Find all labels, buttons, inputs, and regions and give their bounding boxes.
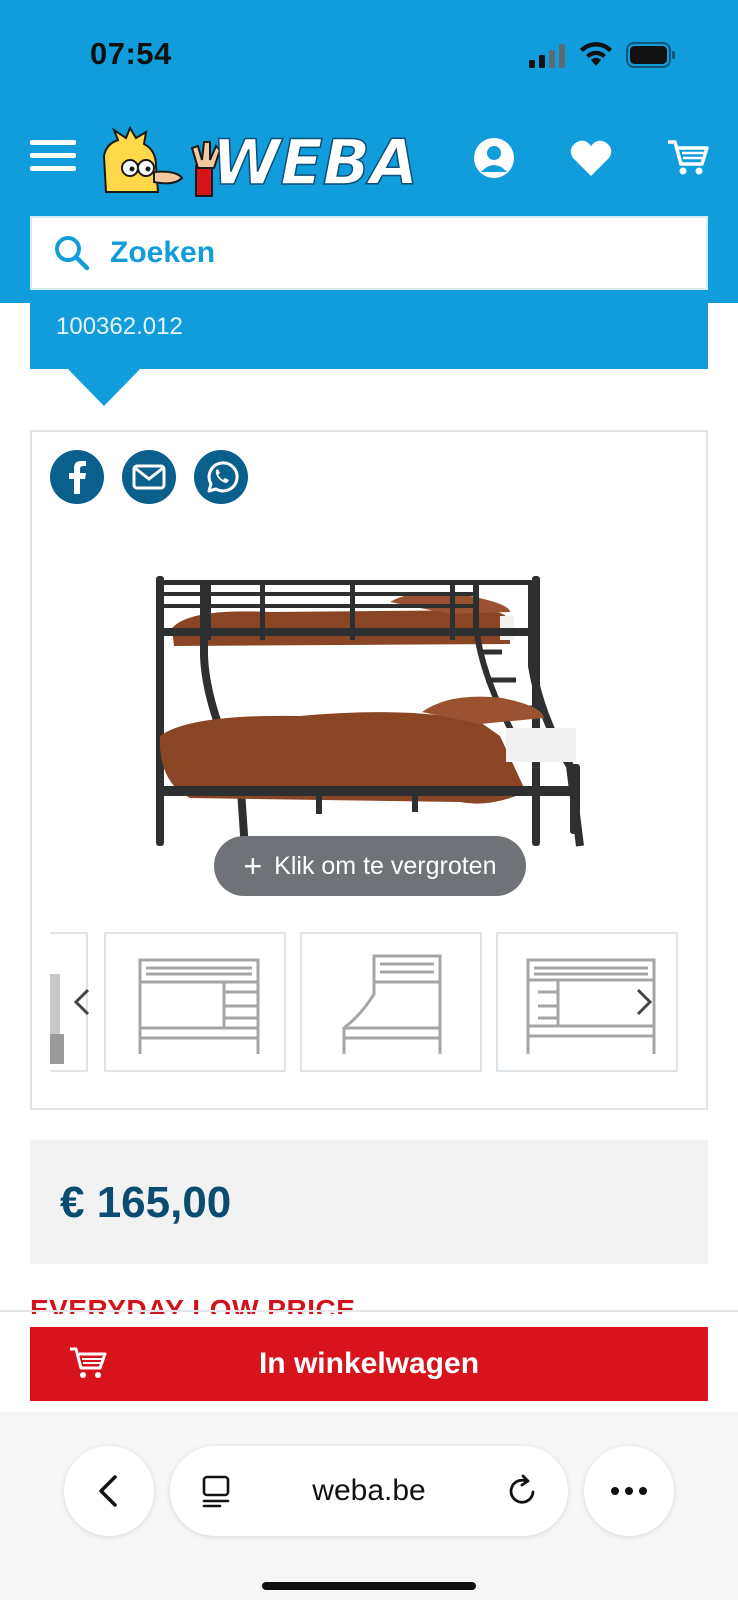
thumbnail-1[interactable] xyxy=(104,932,286,1072)
reload-icon[interactable] xyxy=(506,1474,540,1508)
plus-icon: + xyxy=(243,848,263,884)
zoom-label: Klik om te vergroten xyxy=(274,851,497,880)
heart-icon[interactable] xyxy=(569,138,613,178)
product-sku: 100362.012 xyxy=(56,313,183,340)
sku-banner-pointer xyxy=(68,369,140,406)
cellular-signal-icon xyxy=(529,44,565,68)
thumbnail-image xyxy=(342,954,442,1054)
menu-bar xyxy=(30,166,76,171)
add-to-cart-label: In winkelwagen xyxy=(258,1347,480,1380)
logo-wordmark: WEBA xyxy=(212,126,418,198)
email-share-button[interactable] xyxy=(122,450,176,504)
product-gallery: + Klik om te vergroten xyxy=(30,430,708,1110)
search-input[interactable]: Zoeken xyxy=(30,216,708,290)
menu-bar xyxy=(30,153,76,158)
ellipsis-icon xyxy=(611,1487,647,1495)
chevron-right-icon[interactable] xyxy=(632,982,656,1022)
weba-logo[interactable]: WEBA xyxy=(100,126,422,198)
whatsapp-icon xyxy=(207,461,239,493)
facebook-icon xyxy=(69,461,86,494)
cart-icon[interactable] xyxy=(666,138,710,178)
thumbnail-carousel xyxy=(50,932,692,1072)
product-page: 07:54 WEBA Zoeken 100362.012 + Klik om t… xyxy=(0,0,738,1600)
zoom-button[interactable]: + Klik om te vergroten xyxy=(214,836,526,896)
battery-icon xyxy=(626,42,675,68)
account-icon[interactable] xyxy=(472,136,516,180)
thumbnail-2[interactable] xyxy=(300,932,482,1072)
chevron-left-icon xyxy=(99,1475,117,1507)
site-header: 07:54 WEBA Zoeken xyxy=(0,0,738,303)
mail-icon xyxy=(132,464,166,490)
status-bar: 07:54 xyxy=(0,0,738,110)
menu-bar xyxy=(30,140,76,145)
home-indicator xyxy=(262,1582,476,1590)
status-time: 07:54 xyxy=(90,36,172,71)
price-panel: € 165,00 xyxy=(30,1140,708,1264)
product-main-image[interactable] xyxy=(150,546,640,856)
product-price: € 165,00 xyxy=(60,1178,232,1227)
more-options-button[interactable] xyxy=(584,1446,674,1536)
search-placeholder: Zoeken xyxy=(110,236,216,269)
whatsapp-share-button[interactable] xyxy=(194,450,248,504)
facebook-share-button[interactable] xyxy=(50,450,104,504)
chevron-left-icon[interactable] xyxy=(70,982,94,1022)
browser-toolbar: weba.be xyxy=(0,1412,738,1600)
search-icon xyxy=(55,236,90,271)
add-to-cart-button[interactable]: In winkelwagen xyxy=(30,1327,708,1401)
thumbnail-image xyxy=(138,958,260,1054)
wifi-icon xyxy=(580,42,612,66)
sticky-divider xyxy=(0,1310,738,1312)
menu-button[interactable] xyxy=(30,140,76,174)
share-buttons xyxy=(50,450,248,504)
cart-icon xyxy=(70,1347,107,1378)
sku-banner: 100362.012 xyxy=(30,303,708,369)
back-button[interactable] xyxy=(64,1446,154,1536)
address-bar[interactable]: weba.be xyxy=(170,1446,568,1536)
